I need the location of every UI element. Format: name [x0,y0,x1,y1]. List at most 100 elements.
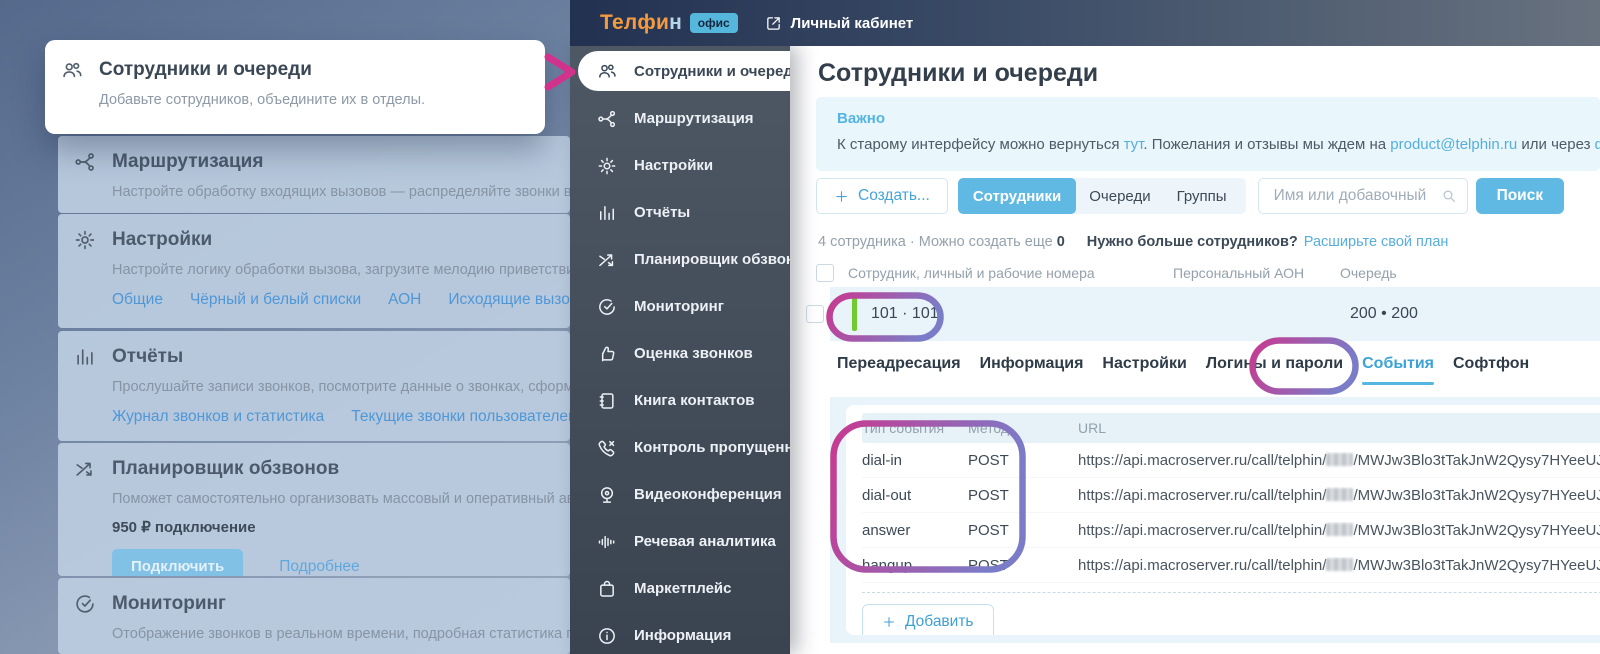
overlay-card-title: Отчёты [112,346,183,368]
topbar: Телфи н офис Личный кабинет [570,0,1600,46]
route-icon [597,109,617,129]
overlay-card-title: Планировщик обзвонов [112,458,339,480]
sidebar-item-label: Маркетплейс [634,580,731,597]
notice-label: Важно [837,110,1600,127]
feedback-form-link[interactable]: форму [1595,136,1600,153]
sidebar-item-dialer[interactable]: Планировщик обзвонов [570,236,790,283]
connect-button[interactable]: Подключить [112,549,243,576]
overlay-card-dialer[interactable]: Планировщик обзвонов Поможет самостоятель… [58,443,570,576]
overlay-card-settings[interactable]: Настройки Настройте логику обработки вызо… [58,214,570,328]
col-employee: Сотрудник, личный и рабочие номера [848,265,1173,281]
events-table-header: Тип события Метод URL [862,413,1600,443]
create-button[interactable]: Создать... [816,178,948,214]
expand-plan-link[interactable]: Расширьте свой план [1304,234,1449,250]
entity-tab-item[interactable]: Очереди [1076,178,1163,214]
entity-tab-item[interactable]: Группы [1164,178,1240,214]
overlay-card-routing[interactable]: МаршрутизацияНастройте обработку входящи… [58,136,570,213]
overlay-link[interactable]: Журнал звонков и статистика [112,408,324,426]
telphin-logo: Телфи н офис [600,11,738,35]
route-icon [74,151,96,173]
plus-icon [882,615,896,629]
event-url-prefix: https://api.macroserver.ru/call/telphin/ [1078,557,1326,574]
overlay-card-head: Настройки [74,229,550,251]
sidebar-item-speech-analytics[interactable]: Речевая аналитика [570,518,790,565]
personal-account-link[interactable]: Личный кабинет [765,15,914,32]
overlay-card-subtitle: Поможет самостоятельно организовать масс… [112,491,550,507]
event-url-suffix: /MWJw3Blo3tTakJnW2Qysy7HYeeUJ [1353,452,1600,469]
overlay-card-employees[interactable]: Сотрудники и очередиДобавьте сотрудников… [45,40,545,134]
sidebar-item-label: Настройки [634,157,713,174]
sidebar-item-marketplace[interactable]: Маркетплейс [570,565,790,612]
create-button-label: Создать... [858,187,930,205]
sidebar-item-information[interactable]: Информация [570,612,790,654]
thumb-icon [597,344,617,364]
info-icon [597,626,617,646]
logo-text: Телфи [600,11,669,35]
details-link[interactable]: Подробнее [279,558,359,576]
sidebar-item-employees[interactable]: Сотрудники и очереди [578,51,790,91]
old-interface-link[interactable]: тут [1124,136,1144,153]
event-row[interactable]: answerPOSThttps://api.macroserver.ru/cal… [862,513,1600,548]
employee-counter: 4 сотрудника · Можно создать еще 0Нужно … [818,234,1448,250]
detail-tab[interactable]: Логины и пароли [1206,355,1343,379]
overlay-card-monitoring[interactable]: МониторингОтображение звонков в реальном… [58,578,570,654]
sidebar-item-monitoring[interactable]: Мониторинг [570,283,790,330]
detail-tab[interactable]: Переадресация [837,355,961,379]
detail-tab[interactable]: События [1362,355,1434,379]
select-all-checkbox[interactable] [816,264,834,282]
overlay-link[interactable]: Чёрный и белый списки [190,291,361,309]
app-screen: Сотрудники и очереди Добавьте сотрудников… [0,0,1600,654]
event-url: https://api.macroserver.ru/call/telphin/… [1078,487,1600,504]
add-event-button[interactable]: Добавить [862,604,994,635]
sidebar-item-video-conference[interactable]: Видеоконференция [570,471,790,518]
search-button[interactable]: Поиск [1476,178,1565,214]
product-email-link[interactable]: product@telphin.ru [1390,136,1517,153]
overlay-card-reports[interactable]: ОтчётыПрослушайте записи звонков, посмот… [58,331,570,441]
gear-icon [74,229,96,251]
event-url: https://api.macroserver.ru/call/telphin/… [1078,452,1600,469]
counter-text: 4 сотрудника · Можно создать еще [818,234,1057,250]
sidebar-item-label: Маршрутизация [634,110,754,127]
detail-tab[interactable]: Софтфон [1453,355,1529,379]
notice-text-2: . Пожелания и отзывы мы ждем на [1143,136,1390,153]
add-event-label: Добавить [905,613,974,631]
event-url-suffix: /MWJw3Blo3tTakJnW2Qysy7HYeeUJ [1353,557,1600,574]
detail-tab[interactable]: Настройки [1102,355,1186,379]
sidebar-item-call-rating[interactable]: Оценка звонков [570,330,790,377]
sidebar-item-routing[interactable]: Маршрутизация [570,95,790,142]
book-icon [597,391,617,411]
old-interface-backdrop: Сотрудники и очередиДобавьте сотрудников… [0,0,570,654]
overlay-card-subtitle: Настройте логику обработки вызова, загру… [112,262,550,278]
search-icon [1441,188,1457,204]
entity-tab-active[interactable]: Сотрудники [958,178,1076,214]
sidebar-item-label: Контроль пропущенных [634,439,790,456]
sidebar: Сотрудники и очереди Маршрутизация Настрой… [570,46,790,654]
row-checkbox[interactable] [806,305,824,323]
waveform-icon [597,532,617,552]
overlay-link[interactable]: Текущие звонки пользователей [351,408,570,426]
col-queue: Очередь [1340,265,1600,281]
overlay-link[interactable]: АОН [388,291,421,309]
sidebar-item-settings[interactable]: Настройки [570,142,790,189]
detail-tab[interactable]: Информация [980,355,1084,379]
event-row[interactable]: dial-inPOSThttps://api.macroserver.ru/ca… [862,443,1600,478]
event-row[interactable]: dial-outPOSThttps://api.macroserver.ru/c… [862,478,1600,513]
entity-tabs: СотрудникиОчередиГруппы [958,178,1246,214]
employee-name: 101 · 101 [871,305,939,323]
search-input[interactable] [1272,186,1441,206]
overlay-link[interactable]: Общие [112,291,163,309]
sidebar-item-label: Сотрудники и очереди [634,63,790,80]
sidebar-item-missed-calls[interactable]: Контроль пропущенных [570,424,790,471]
event-url: https://api.macroserver.ru/call/telphin/… [1078,557,1600,574]
sidebar-item-contacts[interactable]: Книга контактов [570,377,790,424]
chart-icon [74,346,96,368]
overlay-card-subtitle: Добавьте сотрудников, объедините их в от… [99,92,525,108]
overlay-card-actions: Подключить Подробнее [112,549,550,576]
sidebar-item-reports[interactable]: Отчёты [570,189,790,236]
logo-text-accent: н [669,11,682,35]
overlay-card-price: 950 ₽ подключение [112,518,550,536]
col-url: URL [1078,420,1600,436]
overlay-link[interactable]: Исходящие вызовы [448,291,570,309]
event-row[interactable]: hangupPOSThttps://api.macroserver.ru/cal… [862,548,1600,583]
employee-row[interactable]: 101 · 101 200 • 200 [806,287,1600,341]
